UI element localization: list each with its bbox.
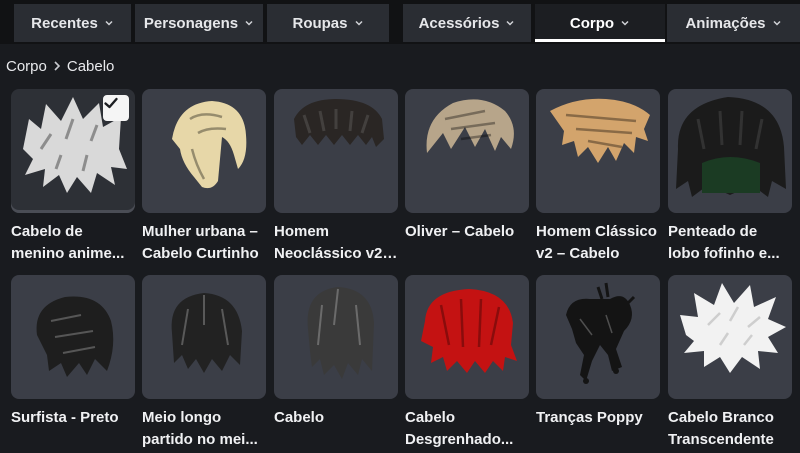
tab-label: Animações xyxy=(685,14,766,32)
ash-brown-swept-hair-icon xyxy=(426,99,514,153)
item-name: Cabelo xyxy=(274,409,325,426)
black-surfer-hair-icon xyxy=(36,296,114,377)
tab-label: Recentes xyxy=(31,14,98,32)
tab-recentes[interactable]: Recentes xyxy=(14,4,131,42)
hair-item[interactable]: Cabelo de menino anime... xyxy=(11,89,135,269)
white-spiky-hair-icon xyxy=(680,283,786,373)
tab-personagens[interactable]: Personagens xyxy=(135,4,263,42)
hair-item[interactable]: Tranças Poppy xyxy=(536,275,660,453)
breadcrumb-root[interactable]: Corpo xyxy=(6,58,47,75)
breadcrumb-current: Cabelo xyxy=(66,57,115,75)
tab-roupas[interactable]: Roupas xyxy=(267,4,389,42)
hair-item[interactable]: Cabelo Branco Transcendente xyxy=(668,275,792,453)
hair-item[interactable]: Surfista - Preto xyxy=(11,275,135,453)
active-tab-indicator xyxy=(535,39,665,42)
item-name: Meio longo partido no mei... xyxy=(142,409,258,448)
blonde-bob-hair-icon xyxy=(172,101,247,189)
breadcrumb: Corpo Cabelo xyxy=(6,56,114,76)
black-wolfcut-hair-icon xyxy=(676,97,786,197)
hair-item[interactable]: Cabelo Desgrenhado... xyxy=(405,275,529,453)
item-thumbnail[interactable] xyxy=(142,275,266,399)
item-name: Mulher urbana – Cabelo Curtinho xyxy=(142,223,259,262)
item-thumbnail[interactable] xyxy=(11,89,135,213)
light-brown-swept-hair-icon xyxy=(550,98,650,163)
item-thumbnail[interactable] xyxy=(405,89,529,213)
item-name: Surfista - Preto xyxy=(11,409,119,426)
item-thumbnail[interactable] xyxy=(142,89,266,213)
hair-item[interactable]: Penteado de lobo fofinho e... xyxy=(668,89,792,269)
item-name: Homem Neoclássico v2 ... xyxy=(274,223,383,262)
hair-item[interactable]: Mulher urbana – Cabelo Curtinho xyxy=(142,89,266,269)
hair-item[interactable]: Oliver – Cabelo xyxy=(405,89,529,269)
tab-label: Corpo xyxy=(569,14,615,32)
chevron-down-icon xyxy=(621,20,629,26)
black-braids-hair-icon xyxy=(566,282,636,384)
category-tabbar: Recentes Personagens Roupas Acessórios Corpo… xyxy=(0,0,800,44)
hair-item[interactable]: Homem Neoclássico v2 ... xyxy=(274,89,398,269)
item-thumbnail[interactable] xyxy=(536,89,660,213)
item-name: Cabelo Desgrenhado... xyxy=(405,409,514,448)
chevron-down-icon xyxy=(245,20,253,26)
dark-gray-hair-icon xyxy=(307,287,374,379)
hair-item[interactable]: Homem Clássico v2 – Cabelo xyxy=(536,89,660,269)
item-name: Oliver – Cabelo xyxy=(405,223,515,240)
tab-acessorios[interactable]: Acessórios xyxy=(403,4,531,42)
hair-item[interactable]: Cabelo xyxy=(274,275,398,453)
item-name: Cabelo Branco Transcendente xyxy=(668,409,774,448)
tab-label: Roupas xyxy=(292,14,348,32)
chevron-down-icon xyxy=(506,20,514,26)
tab-label: Acessórios xyxy=(418,14,500,32)
item-name: Tranças Poppy xyxy=(536,409,643,426)
dark-textured-hair-icon xyxy=(294,99,384,147)
item-thumbnail[interactable] xyxy=(536,275,660,399)
hair-item[interactable]: Meio longo partido no mei... xyxy=(142,275,266,453)
black-middle-part-hair-icon xyxy=(171,293,242,373)
tab-corpo[interactable]: Corpo xyxy=(535,4,665,42)
item-name: Homem Clássico v2 – Cabelo xyxy=(536,223,657,262)
selected-check-icon xyxy=(103,95,129,121)
item-thumbnail[interactable] xyxy=(668,275,792,399)
item-thumbnail[interactable] xyxy=(668,89,792,213)
item-thumbnail[interactable] xyxy=(274,275,398,399)
chevron-down-icon xyxy=(772,20,781,26)
item-thumbnail[interactable] xyxy=(405,275,529,399)
red-messy-hair-icon xyxy=(421,289,517,373)
tab-label: Personagens xyxy=(143,14,239,32)
chevron-down-icon xyxy=(354,20,363,26)
item-name: Penteado de lobo fofinho e... xyxy=(668,223,780,262)
item-thumbnail[interactable] xyxy=(274,89,398,213)
item-thumbnail[interactable] xyxy=(11,275,135,399)
tab-animacoes[interactable]: Animações xyxy=(667,4,800,42)
chevron-down-icon xyxy=(105,20,113,26)
chevron-right-icon xyxy=(54,61,60,71)
item-name: Cabelo de menino anime... xyxy=(11,223,125,262)
